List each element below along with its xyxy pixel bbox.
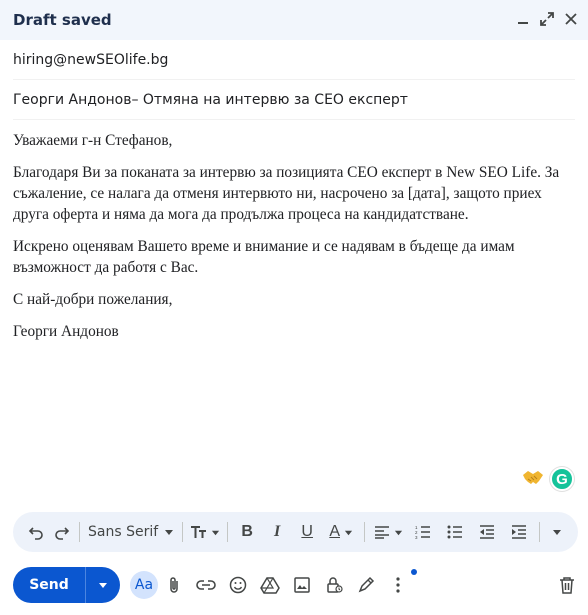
caret-down-icon [212, 530, 220, 535]
recipients-field[interactable]: hiring@newSEOlife.bg [13, 40, 575, 80]
send-button[interactable]: Send [13, 567, 85, 603]
drive-icon[interactable] [254, 569, 286, 601]
text-color-select[interactable]: A [322, 518, 360, 546]
numbered-list-icon[interactable]: 123 [407, 518, 439, 546]
toolbar-divider [79, 522, 80, 542]
caret-down-icon [99, 583, 107, 588]
formatting-toolbar: Sans Serif B I U A 123 [13, 512, 578, 552]
align-left-icon [374, 526, 389, 539]
send-button-group: Send [13, 567, 120, 603]
font-size-select[interactable] [187, 518, 223, 546]
emoji-icon[interactable] [222, 569, 254, 601]
discard-draft-icon[interactable] [551, 569, 583, 601]
underline-button[interactable]: U [292, 518, 322, 546]
new-feature-indicator-dot [411, 569, 417, 575]
bulleted-list-icon[interactable] [439, 518, 471, 546]
subject-field[interactable]: Георги Андонов– Отмяна на интервю за СЕО… [13, 80, 575, 120]
indent-more-icon[interactable] [503, 518, 535, 546]
recipient-address: hiring@newSEOlife.bg [13, 51, 169, 68]
font-family-value: Sans Serif [88, 524, 159, 540]
body-greeting: Уважаеми г-н Стефанов, [13, 132, 173, 149]
insert-link-icon[interactable] [190, 569, 222, 601]
svg-text:3: 3 [415, 535, 418, 539]
caret-down-icon [165, 530, 174, 535]
more-formatting-icon[interactable] [544, 518, 570, 546]
redo-icon[interactable] [49, 518, 75, 546]
caret-down-icon [344, 530, 353, 535]
body-signature: Георги Андонов [13, 323, 119, 340]
toolbar-divider [182, 522, 184, 542]
toolbar-divider [539, 522, 541, 542]
attach-file-icon[interactable] [158, 569, 190, 601]
grammarly-widget: G [522, 467, 574, 491]
message-body[interactable]: Уважаеми г-н Стефанов, Благодаря Ви за п… [13, 130, 575, 353]
body-closing: С най-добри пожелания, [13, 291, 173, 308]
subject-text: Георги Андонов– Отмяна на интервю за СЕО… [13, 91, 408, 108]
body-paragraph-2: Искрено оценявам Вашето време и внимание… [13, 238, 515, 276]
expand-icon[interactable] [538, 10, 556, 28]
draft-status-title: Draft saved [13, 11, 112, 29]
toolbar-divider [364, 522, 366, 542]
toolbar-divider [227, 522, 229, 542]
minimize-icon[interactable] [514, 10, 532, 28]
bold-button[interactable]: B [232, 518, 262, 546]
indent-less-icon[interactable] [471, 518, 503, 546]
compose-titlebar: Draft saved [0, 0, 588, 40]
more-options-icon[interactable] [382, 569, 414, 601]
caret-down-icon [394, 530, 402, 535]
align-select[interactable] [369, 518, 407, 546]
text-size-icon [191, 526, 207, 538]
handshake-icon[interactable] [522, 468, 544, 491]
signature-pen-icon[interactable] [350, 569, 382, 601]
undo-icon[interactable] [23, 518, 49, 546]
compose-actions: Send Aa [13, 566, 583, 604]
font-family-select[interactable]: Sans Serif [84, 518, 178, 546]
window-controls [514, 10, 580, 28]
italic-button[interactable]: I [262, 518, 292, 546]
confidential-mode-icon[interactable] [318, 569, 350, 601]
insert-photo-icon[interactable] [286, 569, 318, 601]
schedule-send-dropdown[interactable] [86, 567, 120, 603]
body-paragraph-1: Благодаря Ви за поканата за интервю за п… [13, 164, 560, 223]
close-icon[interactable] [562, 10, 580, 28]
grammarly-icon[interactable]: G [550, 467, 574, 491]
formatting-options-toggle[interactable]: Aa [130, 571, 158, 599]
text-color-label: A [329, 523, 340, 540]
